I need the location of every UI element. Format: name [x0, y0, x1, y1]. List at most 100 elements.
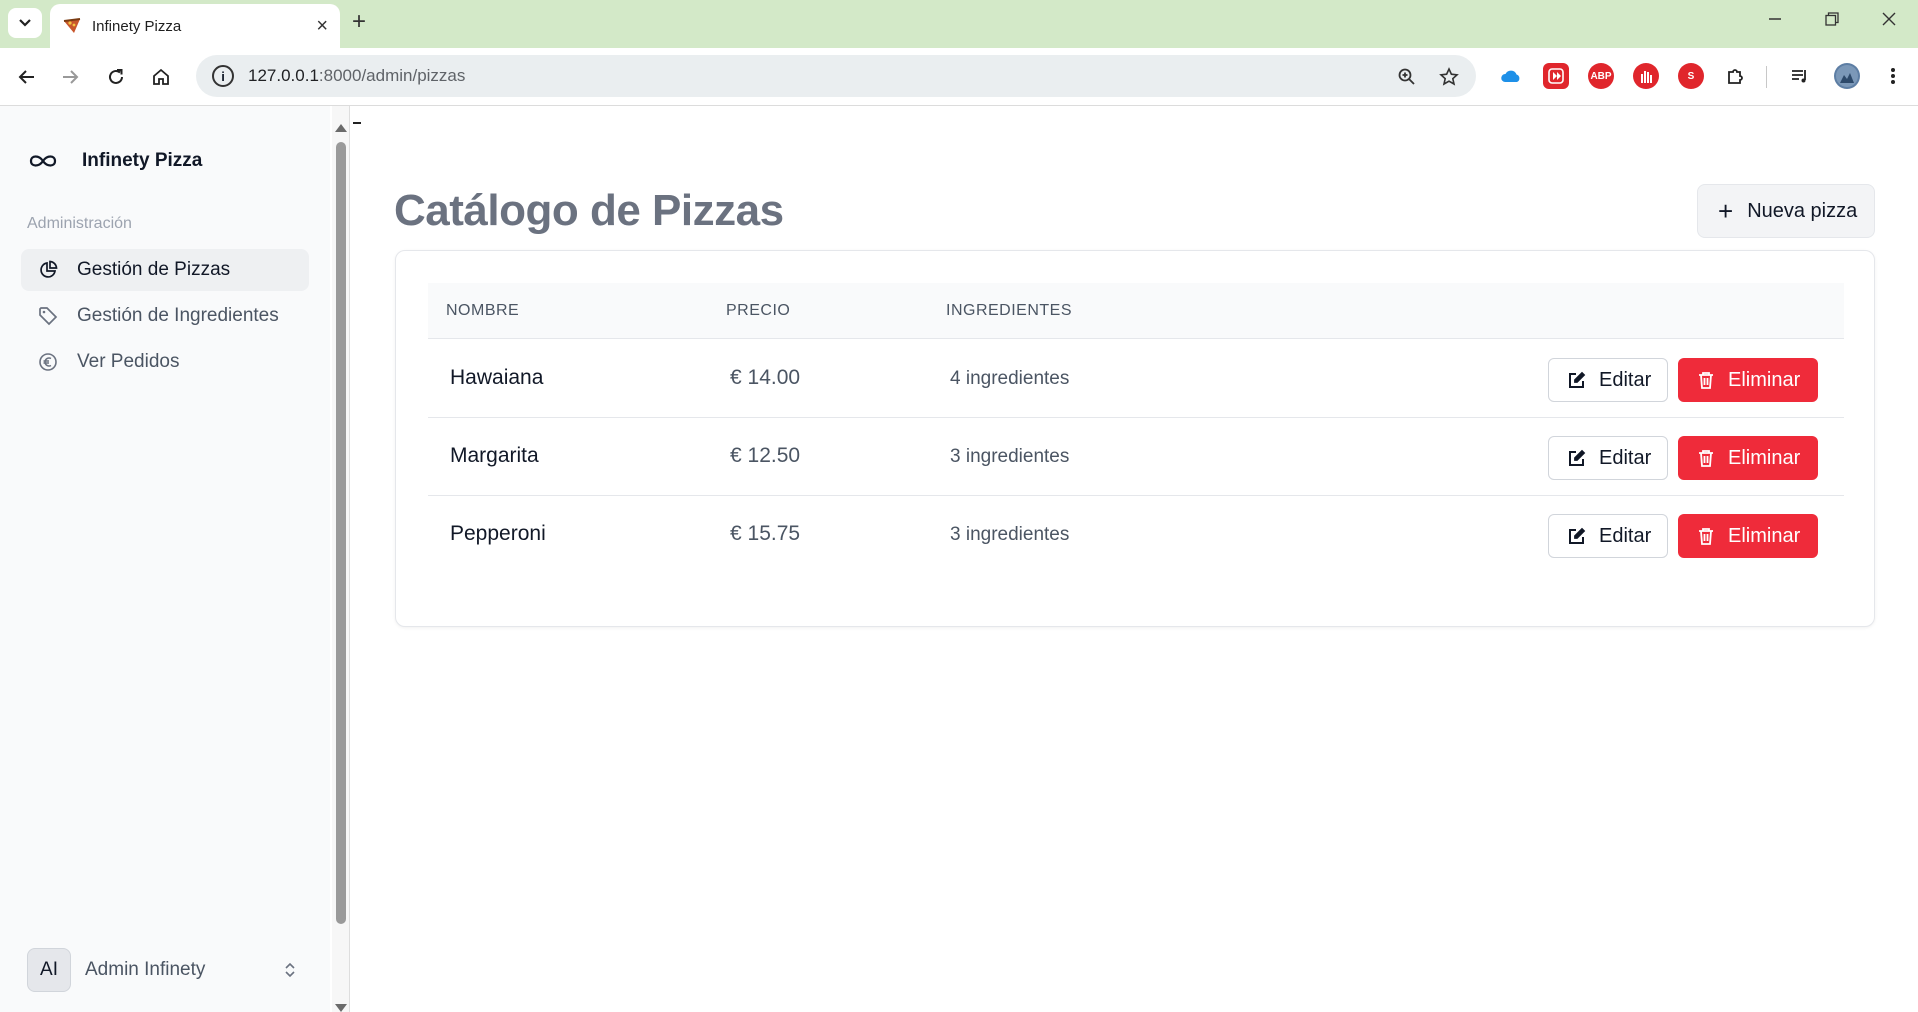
- browser-tabbar: Infinety Pizza × +: [0, 0, 1918, 48]
- edit-button[interactable]: Editar: [1548, 436, 1668, 480]
- zoom-icon: [1398, 68, 1415, 85]
- plus-icon: +: [1718, 196, 1734, 226]
- column-header-precio[interactable]: PRECIO: [726, 302, 790, 320]
- pizza-price: € 12.50: [730, 444, 801, 467]
- delete-button[interactable]: Eliminar: [1678, 514, 1818, 558]
- euro-icon: [37, 351, 59, 373]
- sidebar-item-ingredientes[interactable]: Gestión de Ingredientes: [21, 295, 309, 337]
- more-vertical-icon: [1891, 68, 1895, 84]
- close-icon: [1882, 12, 1896, 26]
- edit-label: Editar: [1599, 446, 1652, 469]
- edit-button[interactable]: Editar: [1548, 358, 1668, 402]
- arrow-right-icon: [63, 70, 79, 84]
- edit-label: Editar: [1599, 524, 1652, 547]
- table-row: Pepperoni € 15.75 3 ingredientes Editar …: [428, 496, 1844, 574]
- back-button[interactable]: [12, 62, 42, 92]
- sidebar-item-pedidos[interactable]: Ver Pedidos: [21, 341, 309, 383]
- sidebar-item-label: Ver Pedidos: [77, 351, 180, 372]
- video-speed-icon[interactable]: [1543, 63, 1569, 89]
- edit-icon: [1567, 526, 1587, 546]
- user-name: Admin Infinety: [85, 959, 206, 980]
- playlist-icon: [1792, 70, 1806, 83]
- edit-icon: [1567, 370, 1587, 390]
- scroll-down-icon[interactable]: [335, 1004, 347, 1012]
- new-pizza-label: Nueva pizza: [1747, 199, 1858, 222]
- sidebar-scrollbar[interactable]: [332, 106, 350, 1012]
- pie-chart-icon: [37, 259, 59, 281]
- brand[interactable]: Infinety Pizza: [28, 150, 202, 172]
- pizza-name: Pepperoni: [450, 522, 546, 545]
- restore-button[interactable]: [1825, 10, 1839, 31]
- reload-button[interactable]: [101, 62, 131, 92]
- sidebar: Infinety Pizza Administración Gestión de…: [0, 106, 330, 1012]
- tab-list-button[interactable]: [8, 8, 42, 38]
- pizza-ingredients: 3 ingredientes: [950, 524, 1070, 545]
- close-window-button[interactable]: [1882, 10, 1896, 31]
- minimize-icon: [1769, 18, 1781, 20]
- forward-button[interactable]: [55, 62, 85, 92]
- new-pizza-button[interactable]: + Nueva pizza: [1697, 184, 1875, 238]
- page-title: Catálogo de Pizzas: [394, 186, 784, 235]
- arrow-left-icon: [18, 70, 34, 84]
- puzzle-icon: [1728, 69, 1743, 84]
- star-icon: [1439, 67, 1459, 86]
- pizzas-table-card: NOMBRE PRECIO INGREDIENTES Hawaiana € 14…: [395, 250, 1875, 627]
- brand-name: Infinety Pizza: [82, 150, 203, 171]
- address-bar[interactable]: i 127.0.0.1:8000/admin/pizzas: [196, 55, 1476, 97]
- profile-avatar[interactable]: [1834, 63, 1860, 89]
- sidebar-item-label: Gestión de Ingredientes: [77, 305, 279, 326]
- table-row: Hawaiana € 14.00 4 ingredientes Editar E…: [428, 340, 1844, 418]
- tab-title: Infinety Pizza: [92, 17, 182, 35]
- pizza-name: Hawaiana: [450, 366, 544, 389]
- delete-label: Eliminar: [1728, 524, 1801, 547]
- delete-button[interactable]: Eliminar: [1678, 358, 1818, 402]
- pizza-price: € 14.00: [730, 366, 801, 389]
- trash-icon: [1696, 526, 1716, 546]
- onedrive-icon[interactable]: [1498, 63, 1524, 89]
- new-tab-button[interactable]: +: [352, 10, 366, 34]
- infinity-logo-icon: [29, 155, 57, 167]
- extensions-button[interactable]: [1723, 63, 1749, 89]
- delete-label: Eliminar: [1728, 446, 1801, 469]
- column-header-nombre[interactable]: NOMBRE: [446, 302, 519, 320]
- pizza-name: Margarita: [450, 444, 539, 467]
- scrollbar-thumb[interactable]: [336, 142, 346, 924]
- browser-tab[interactable]: Infinety Pizza ×: [50, 4, 340, 48]
- ublock-icon[interactable]: [1633, 63, 1659, 89]
- edit-button[interactable]: Editar: [1548, 514, 1668, 558]
- adblock-plus-icon[interactable]: ABP: [1588, 63, 1614, 89]
- divider: [353, 122, 361, 124]
- toolbar-divider: [1766, 66, 1767, 88]
- security-extension-icon[interactable]: S: [1678, 63, 1704, 89]
- tab-close-icon[interactable]: ×: [316, 16, 328, 36]
- trash-icon: [1696, 370, 1716, 390]
- site-info-icon[interactable]: i: [212, 65, 234, 87]
- table-header: NOMBRE PRECIO INGREDIENTES: [428, 283, 1844, 339]
- delete-button[interactable]: Eliminar: [1678, 436, 1818, 480]
- browser-menu-button[interactable]: [1880, 63, 1906, 89]
- pizza-ingredients: 3 ingredientes: [950, 446, 1070, 467]
- avatar: AI: [27, 948, 71, 992]
- media-control-button[interactable]: [1787, 63, 1813, 89]
- zoom-button[interactable]: [1394, 64, 1420, 90]
- column-header-ingredientes[interactable]: INGREDIENTES: [946, 302, 1072, 320]
- scroll-up-icon[interactable]: [335, 124, 347, 132]
- table-row: Margarita € 12.50 3 ingredientes Editar …: [428, 418, 1844, 496]
- edit-icon: [1567, 448, 1587, 468]
- minimize-button[interactable]: [1768, 10, 1782, 31]
- section-label: Administración: [27, 215, 132, 232]
- trash-icon: [1696, 448, 1716, 468]
- pizza-price: € 15.75: [730, 522, 801, 545]
- sidebar-item-pizzas[interactable]: Gestión de Pizzas: [21, 249, 309, 291]
- home-button[interactable]: [146, 62, 176, 92]
- chevron-up-down-icon: [285, 962, 295, 978]
- tag-icon: [37, 305, 59, 327]
- restore-icon: [1825, 12, 1839, 26]
- delete-label: Eliminar: [1728, 368, 1801, 391]
- sidebar-item-label: Gestión de Pizzas: [77, 259, 231, 280]
- chevron-down-icon: [19, 19, 31, 27]
- bookmark-button[interactable]: [1436, 64, 1462, 90]
- user-menu[interactable]: AI Admin Infinety: [27, 948, 297, 992]
- pizza-favicon-icon: [63, 18, 81, 33]
- home-icon: [153, 68, 169, 85]
